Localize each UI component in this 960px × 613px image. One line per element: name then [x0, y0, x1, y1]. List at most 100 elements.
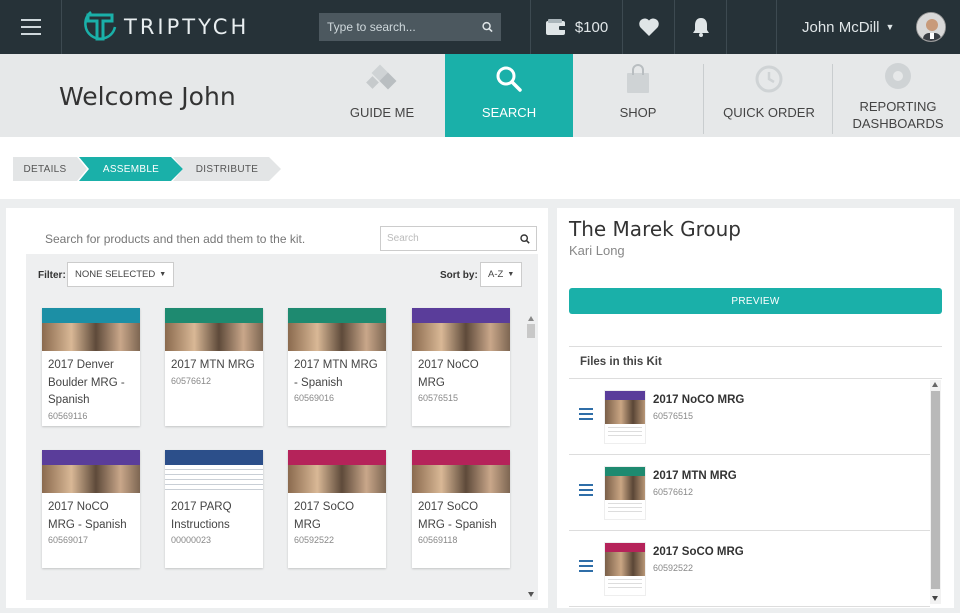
product-search[interactable]: [380, 226, 537, 251]
scroll-down-icon[interactable]: [932, 596, 938, 601]
search-icon[interactable]: [520, 233, 530, 244]
drag-handle-icon[interactable]: [579, 560, 594, 575]
thumbnail-photo: [165, 323, 263, 351]
thumbnail-band: [165, 450, 263, 465]
product-title-line: 2017 Denver: [48, 359, 114, 371]
thumbnail-band: [412, 450, 510, 465]
avatar[interactable]: [916, 12, 946, 42]
drag-handle-icon[interactable]: [579, 408, 594, 423]
product-thumbnail: [42, 450, 140, 493]
app-logo[interactable]: TRIPTYCH: [82, 9, 297, 45]
product-title: 2017 Denver Boulder MRG - Spanish: [42, 351, 140, 410]
product-title-line: Spanish: [48, 394, 90, 406]
product-title: 2017 PARQ Instructions: [165, 493, 263, 534]
scroll-thumb[interactable]: [931, 391, 940, 589]
product-code: 00000023: [171, 535, 212, 545]
tab-shop[interactable]: SHOP: [574, 54, 702, 137]
triptych-logo-icon: [84, 11, 117, 41]
filter-dropdown[interactable]: NONE SELECTED ▼: [67, 262, 175, 287]
search-icon[interactable]: [482, 21, 493, 33]
thumbnail-photo: [165, 465, 263, 493]
caret-down-icon: ▼: [159, 271, 167, 278]
tab-guide-me-label: GUIDE ME: [349, 105, 415, 120]
step-assemble-label: ASSEMBLE: [102, 163, 160, 175]
notifications-button[interactable]: [675, 0, 727, 54]
thumbnail-band: [165, 308, 263, 323]
kit-file-title: 2017 NoCO MRG: [653, 394, 745, 406]
product-card[interactable]: 2017 NoCO MRG 60576515: [412, 308, 510, 426]
kit-file-row[interactable]: 2017 MTN MRG 60576612: [569, 456, 930, 531]
product-title: 2017 SoCO MRG: [288, 493, 386, 534]
tab-guide-me[interactable]: GUIDE ME: [318, 54, 446, 137]
scroll-down-icon[interactable]: [528, 592, 534, 597]
preview-button[interactable]: PREVIEW: [569, 288, 942, 314]
tab-reporting-dashboards[interactable]: REPORTING DASHBOARDS: [834, 54, 960, 137]
user-menu[interactable]: John McDill ▼: [776, 0, 960, 54]
product-title-line: Boulder MRG -: [48, 376, 125, 389]
wallet-amount: $100: [574, 18, 609, 36]
scroll-up-icon[interactable]: [932, 382, 938, 387]
tab-shop-label: SHOP: [619, 105, 657, 120]
product-thumbnail: [412, 308, 510, 351]
kit-file-code: 60576515: [653, 411, 694, 421]
product-title: 2017 MTN MRG - Spanish: [288, 351, 386, 392]
bell-icon: [692, 18, 709, 37]
step-distribute[interactable]: DISTRIBUTE: [173, 157, 281, 181]
kit-file-title: 2017 MTN MRG: [653, 470, 737, 482]
filter-label: Filter:: [38, 270, 66, 281]
scroll-up-icon[interactable]: [528, 316, 534, 321]
menu-icon[interactable]: [0, 0, 62, 54]
product-title-line: 2017 NoCO: [48, 501, 109, 513]
dashboard-icon: [885, 63, 911, 89]
product-code: 60569016: [294, 393, 335, 403]
chevron-down-icon: ▼: [885, 22, 895, 32]
product-card[interactable]: 2017 NoCO MRG - Spanish 60569017: [42, 450, 140, 568]
product-title-line: MRG: [418, 376, 445, 389]
main-nav: Welcome John GUIDE ME SEARCH SHOP QUICK …: [0, 54, 960, 137]
product-title-line: MRG - Spanish: [48, 518, 127, 531]
product-title-line: MRG - Spanish: [418, 518, 497, 531]
product-thumbnail: [165, 450, 263, 493]
wallet-balance-button[interactable]: $100: [530, 0, 623, 54]
product-thumbnail: [288, 450, 386, 493]
diamonds-icon: [366, 64, 397, 90]
product-search-input[interactable]: [387, 233, 520, 244]
product-title-line: 2017 MTN MRG: [294, 359, 378, 371]
product-title-line: Instructions: [171, 518, 230, 531]
product-code: 60592522: [294, 535, 335, 545]
product-card[interactable]: 2017 MTN MRG - Spanish 60569016: [288, 308, 386, 426]
nav-divider: [832, 64, 833, 134]
grid-scrollbar[interactable]: [526, 314, 536, 600]
thumbnail-text-lines: [605, 576, 645, 594]
sort-dropdown[interactable]: A-Z ▼: [480, 262, 523, 287]
product-card[interactable]: 2017 SoCO MRG 60592522: [288, 450, 386, 568]
product-card[interactable]: 2017 Denver Boulder MRG - Spanish 60569116: [42, 308, 140, 426]
drag-handle-icon[interactable]: [579, 484, 594, 499]
kit-file-row[interactable]: 2017 SoCO MRG 60592522: [569, 532, 930, 607]
product-card[interactable]: 2017 MTN MRG 60576612: [165, 308, 263, 426]
favorites-button[interactable]: [623, 0, 675, 54]
thumbnail-band: [605, 391, 645, 400]
global-search[interactable]: [319, 13, 501, 41]
scroll-thumb[interactable]: [527, 324, 535, 338]
step-breadcrumb: DETAILS ASSEMBLE DISTRIBUTE: [0, 137, 960, 199]
tab-search[interactable]: SEARCH: [445, 54, 573, 137]
product-card[interactable]: 2017 PARQ Instructions 00000023: [165, 450, 263, 568]
product-grid: Filter: NONE SELECTED ▼ Sort by: A-Z ▼ 2…: [26, 254, 538, 600]
product-card[interactable]: 2017 SoCO MRG - Spanish 60569118: [412, 450, 510, 568]
app-name: TRIPTYCH: [124, 15, 250, 39]
tab-quick-order[interactable]: QUICK ORDER: [705, 54, 833, 137]
user-photo-icon: [917, 13, 945, 41]
step-assemble[interactable]: ASSEMBLE: [79, 157, 183, 181]
kit-file-row[interactable]: 2017 NoCO MRG 60576515: [569, 380, 930, 455]
thumbnail-band: [605, 467, 645, 476]
product-title-line: MRG: [294, 518, 321, 531]
company-name: The Marek Group: [569, 217, 741, 241]
tab-reporting-label-line2: DASHBOARDS: [852, 116, 944, 131]
thumbnail-text-lines: [605, 500, 645, 518]
thumbnail-photo: [605, 476, 645, 500]
global-search-input[interactable]: [327, 20, 482, 34]
step-details[interactable]: DETAILS: [13, 157, 87, 181]
kit-scrollbar[interactable]: [930, 380, 941, 604]
product-thumbnail: [42, 308, 140, 351]
